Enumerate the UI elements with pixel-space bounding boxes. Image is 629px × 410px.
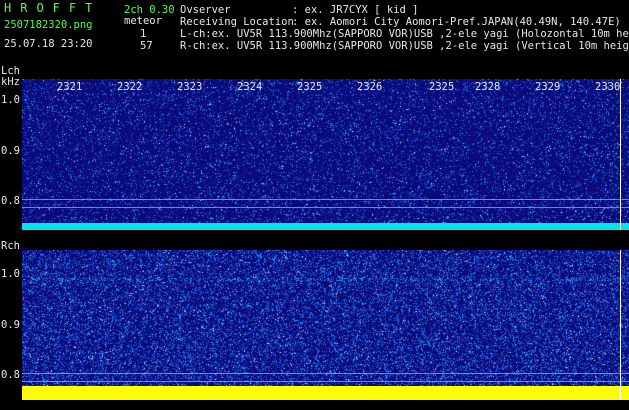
- lch-spectrogram: [22, 79, 629, 223]
- time-tick: 2325: [297, 81, 323, 93]
- time-tick: 2325: [429, 81, 455, 93]
- rch-signal-strip: [22, 386, 629, 400]
- rch-tick-0.9: 0.9: [1, 319, 20, 331]
- lch-tick-0.8: 0.8: [1, 195, 20, 207]
- datetime: 25.07.18 23:20: [4, 38, 93, 50]
- filename: 2507182320.png: [4, 19, 93, 31]
- time-tick: 2321: [57, 81, 83, 93]
- lch-unit: kHz: [1, 76, 20, 88]
- observer-label: Ovserver: [180, 4, 231, 16]
- app-logo: HROFFT: [4, 1, 102, 15]
- rch-tick-0.8: 0.8: [1, 369, 20, 381]
- time-tick: 2330: [595, 81, 621, 93]
- meteor-label: meteor: [124, 15, 162, 27]
- lch-receiver-info: L-ch:ex. UV5R 113.900Mhz(SAPPORO VOR)USB…: [180, 28, 629, 40]
- lch-meteor-count: 1: [140, 28, 147, 40]
- time-tick: 2329: [535, 81, 561, 93]
- time-tick: 2328: [475, 81, 501, 93]
- lch-signal-strip: [22, 223, 629, 230]
- lch-tick-1.0: 1.0: [1, 94, 20, 106]
- time-tick: 2323: [177, 81, 203, 93]
- location-value: : ex. Aomori City Aomori-Pref.JAPAN(40.4…: [292, 16, 621, 28]
- rch-label: Rch: [1, 240, 20, 252]
- observer-value: : ex. JR7CYX [ kid ]: [292, 4, 419, 16]
- rch-meteor-count: 57: [140, 40, 153, 52]
- rch-tick-1.0: 1.0: [1, 268, 20, 280]
- rch-spectrogram: [22, 250, 629, 386]
- time-tick: 2322: [117, 81, 143, 93]
- location-label: Receiving Location: [180, 16, 294, 28]
- time-tick: 2326: [357, 81, 383, 93]
- time-tick: 2324: [237, 81, 263, 93]
- rch-receiver-info: R-ch:ex. UV5R 113.900Mhz(SAPPORO VOR)USB…: [180, 40, 629, 52]
- lch-tick-0.9: 0.9: [1, 145, 20, 157]
- rch-gridline: [22, 381, 629, 382]
- time-marker: [620, 250, 621, 400]
- lch-gridline: [22, 199, 629, 200]
- rch-gridline: [22, 373, 629, 374]
- lch-gridline: [22, 207, 629, 208]
- time-marker: [620, 79, 621, 230]
